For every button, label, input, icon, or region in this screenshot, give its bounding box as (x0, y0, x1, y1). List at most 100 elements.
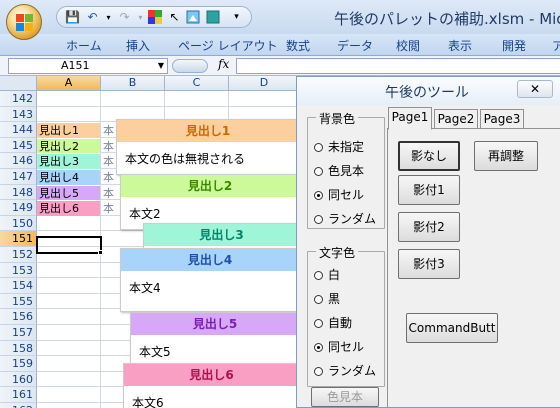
tab-page2[interactable]: Page2 (434, 109, 478, 129)
heading-shape-1[interactable]: 見出し1 本文の色は無視される (116, 119, 300, 175)
row-header-149[interactable]: 149 (0, 200, 37, 216)
command-button[interactable]: CommandButt (406, 313, 498, 343)
bg-option-random[interactable]: ランダム (314, 210, 376, 226)
row-header-158[interactable]: 158 (0, 340, 37, 357)
bg-option-swatch[interactable]: 色見本 (314, 162, 364, 178)
row-header-160[interactable]: 160 (0, 371, 37, 388)
customize-qat-icon[interactable]: ▾ (229, 10, 244, 25)
tab-addins[interactable]: ア (552, 37, 560, 54)
shadow3-button[interactable]: 影付3 (398, 249, 460, 279)
cell-heading[interactable]: 見出し6 (37, 201, 100, 216)
row-header-156[interactable]: 156 (0, 309, 37, 325)
row-header-143[interactable]: 143 (0, 106, 37, 123)
bg-option-unspecified[interactable]: 未指定 (314, 138, 364, 154)
tab-home[interactable]: ホーム (66, 37, 102, 54)
shape-heading: 見出し3 (144, 224, 299, 246)
radio-icon (314, 143, 323, 152)
bg-option-same-cell[interactable]: 同セル (314, 186, 364, 202)
row-header-148[interactable]: 148 (0, 184, 37, 201)
background-color-frame: 背景色 未指定 色見本 同セル ランダム (307, 110, 385, 229)
tab-view[interactable]: 表示 (448, 37, 472, 54)
row-header-144[interactable]: 144 (0, 122, 37, 138)
redo-icon[interactable]: ↷ (117, 10, 132, 25)
column-header-a[interactable]: A (37, 76, 101, 91)
heading-shape-4[interactable]: 見出し4 本文4 (120, 248, 300, 312)
cell-heading[interactable]: 見出し4 (37, 170, 100, 185)
row-header-146[interactable]: 146 (0, 153, 37, 169)
row-header-154[interactable]: 154 (0, 278, 37, 294)
save-icon[interactable]: 💾 (65, 10, 80, 25)
text-color-frame: 文字色 白 黒 自動 同セル ランダム (307, 244, 385, 387)
tab-page-layout[interactable]: ページ レイアウト (178, 37, 278, 54)
row-header-162[interactable]: 162 (0, 403, 37, 408)
close-icon[interactable]: ✕ (517, 80, 553, 98)
picture-icon[interactable] (185, 10, 200, 25)
chevron-down-icon[interactable]: ▼ (158, 59, 164, 73)
insert-function-icon[interactable]: fx (218, 57, 229, 71)
row-header-142[interactable]: 142 (0, 91, 37, 107)
tab-page1[interactable]: Page1 (388, 107, 432, 130)
fg-option-same-cell[interactable]: 同セル (314, 338, 364, 354)
cell-body[interactable]: 本文 (101, 201, 121, 216)
cell-heading[interactable]: 見出し3 (37, 154, 100, 169)
cell-heading[interactable]: 見出し5 (37, 185, 100, 201)
undo-dropdown-icon[interactable]: ▾ (101, 10, 116, 25)
readjust-button[interactable]: 再調整 (474, 141, 538, 171)
tab-formulas[interactable]: 数式 (286, 37, 310, 54)
row-header-152[interactable]: 152 (0, 247, 37, 263)
radio-selected-icon (314, 343, 323, 352)
shape-heading: 見出し1 (117, 120, 299, 142)
fg-option-black[interactable]: 黒 (314, 290, 340, 306)
heading-shape-2[interactable]: 見出し2 本文2 (120, 174, 300, 230)
row-header-155[interactable]: 155 (0, 293, 37, 310)
radio-icon (314, 319, 323, 328)
row-header-153[interactable]: 153 (0, 262, 37, 279)
radio-icon (314, 295, 323, 304)
cell-heading[interactable]: 見出し2 (37, 138, 100, 154)
fg-option-auto[interactable]: 自動 (314, 314, 352, 330)
column-header-d[interactable]: D (229, 76, 300, 91)
dialog-title: 午後のツール (385, 85, 469, 101)
row-header-151[interactable]: 151 (0, 231, 37, 247)
theme-icon[interactable] (205, 10, 220, 25)
tool-dialog: 午後のツール ✕ 背景色 未指定 色見本 同セル ランダム 文字色 白 黒 自動… (296, 76, 560, 408)
shadow2-button[interactable]: 影付2 (398, 212, 460, 242)
name-box[interactable]: A151 ▼ (8, 58, 168, 74)
cell-heading[interactable]: 見出し1 (37, 123, 100, 138)
cursor-icon[interactable]: ↖ (167, 10, 182, 25)
swatch-button[interactable]: 色見本 (311, 387, 379, 407)
fg-option-white[interactable]: 白 (314, 266, 340, 282)
formula-bar-splitter[interactable] (172, 59, 208, 73)
column-header-c[interactable]: C (165, 76, 229, 91)
formula-input[interactable] (236, 58, 560, 74)
tab-insert[interactable]: 挿入 (126, 37, 150, 54)
active-cell[interactable] (36, 236, 103, 255)
row-header-147[interactable]: 147 (0, 169, 37, 185)
row-header-159[interactable]: 159 (0, 356, 37, 372)
tab-review[interactable]: 校閲 (396, 37, 420, 54)
cell-body[interactable]: 本文 (101, 186, 121, 201)
row-header-161[interactable]: 161 (0, 387, 37, 403)
window-title: 午後のパレットの補助.xlsm - Micros (334, 10, 560, 28)
tab-page3[interactable]: Page3 (480, 109, 524, 129)
tab-developer[interactable]: 開発 (502, 37, 526, 54)
row-header-150[interactable]: 150 (0, 215, 37, 232)
fill-handle[interactable] (98, 250, 103, 255)
palette-icon[interactable] (147, 10, 162, 25)
dialog-title-bar[interactable]: 午後のツール ✕ (297, 77, 560, 105)
row-header-145[interactable]: 145 (0, 137, 37, 154)
fg-option-random[interactable]: ランダム (314, 362, 376, 378)
column-header-b[interactable]: B (101, 76, 165, 91)
office-button[interactable] (6, 4, 42, 40)
tab-data[interactable]: データ (337, 37, 373, 54)
no-shadow-button[interactable]: 影なし (398, 141, 460, 171)
worksheet-grid[interactable]: A B C D 142 143 144 145 146 147 148 149 150 151 15… (0, 76, 300, 408)
undo-icon[interactable]: ↶ (85, 10, 100, 25)
heading-shape-3[interactable]: 見出し3 (143, 223, 300, 249)
redo-dropdown-icon[interactable]: ▾ (133, 10, 148, 25)
row-header-157[interactable]: 157 (0, 325, 37, 341)
select-all-corner[interactable] (0, 76, 37, 91)
heading-shape-6[interactable]: 見出し6 本文6 (123, 363, 300, 408)
shadow1-button[interactable]: 影付1 (398, 175, 460, 205)
background-color-caption: 背景色 (316, 110, 359, 127)
